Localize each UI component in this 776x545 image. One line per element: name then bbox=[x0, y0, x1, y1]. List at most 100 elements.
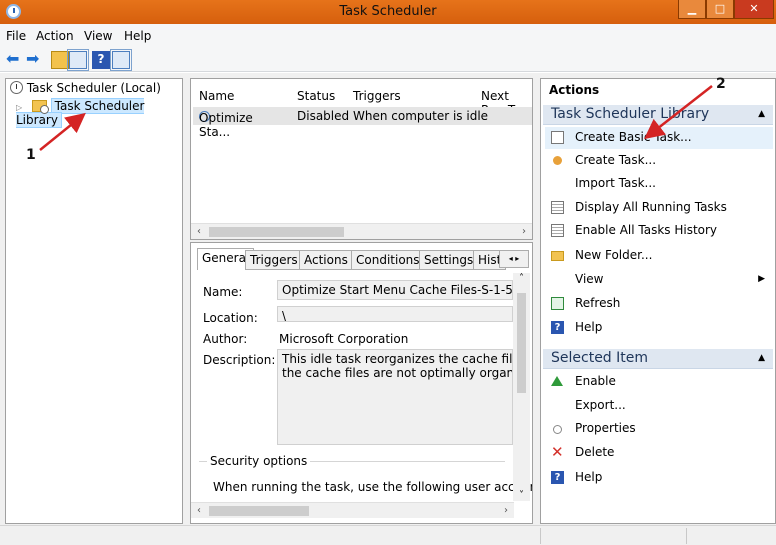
action-enable[interactable]: Enable bbox=[545, 371, 773, 393]
row-triggers: When computer is idle bbox=[353, 109, 489, 123]
action-label: Delete bbox=[575, 445, 615, 459]
library-folder-icon bbox=[31, 100, 49, 114]
scroll-down-icon[interactable]: ˅ bbox=[513, 490, 530, 501]
description-field[interactable]: This idle task reorganizes the cache fil… bbox=[277, 349, 513, 445]
section-task-scheduler-library[interactable]: Task Scheduler Library ▲ bbox=[543, 105, 773, 125]
details-horizontal-scrollbar[interactable]: ‹ › bbox=[191, 502, 514, 518]
help-icon: ? bbox=[551, 471, 564, 484]
up-folder-icon[interactable] bbox=[51, 51, 69, 69]
task-list-horizontal-scrollbar[interactable]: ‹ › bbox=[191, 223, 532, 239]
action-export[interactable]: Export... bbox=[545, 395, 773, 417]
column-status[interactable]: Status bbox=[297, 89, 335, 103]
security-options-legend: Security options bbox=[207, 454, 311, 468]
tree-root-label: Task Scheduler (Local) bbox=[26, 81, 161, 95]
scroll-right-icon[interactable]: › bbox=[498, 503, 514, 519]
name-label: Name: bbox=[203, 285, 243, 299]
action-properties[interactable]: Properties bbox=[545, 418, 773, 440]
action-create-basic-task[interactable]: Create Basic Task... bbox=[545, 127, 773, 149]
tab-triggers[interactable]: Triggers bbox=[245, 250, 303, 270]
action-import-task[interactable]: Import Task... bbox=[545, 173, 773, 195]
row-name: Optimize Sta... bbox=[199, 111, 253, 139]
tab-settings[interactable]: Settings bbox=[419, 250, 479, 270]
row-status: Disabled bbox=[297, 109, 350, 123]
details-vertical-scrollbar[interactable]: ˄ ˅ bbox=[513, 273, 530, 501]
description-label: Description: bbox=[203, 353, 276, 367]
action-label: View bbox=[575, 272, 604, 286]
description-line-1: This idle task reorganizes the cache fil… bbox=[282, 352, 513, 366]
collapse-icon[interactable]: ▲ bbox=[758, 109, 765, 119]
status-divider bbox=[540, 528, 541, 544]
author-label: Author: bbox=[203, 332, 248, 346]
action-label: Create Task... bbox=[575, 153, 657, 167]
history-icon bbox=[551, 224, 564, 237]
action-label: Properties bbox=[575, 421, 636, 435]
column-name[interactable]: Name bbox=[199, 89, 234, 103]
tab-scroll-arrows-icon[interactable]: ◂ ▸ bbox=[499, 250, 529, 268]
action-label: Refresh bbox=[575, 296, 621, 310]
maximize-button[interactable]: □ bbox=[706, 0, 734, 19]
name-field[interactable]: Optimize Start Menu Cache Files-S-1-5-21… bbox=[277, 280, 513, 300]
scroll-thumb[interactable] bbox=[209, 227, 344, 237]
actions-pane: Actions Task Scheduler Library ▲ Create … bbox=[540, 78, 776, 524]
tree-item-task-scheduler-local[interactable]: Task Scheduler (Local) bbox=[10, 81, 161, 99]
show-hide-console-tree-icon[interactable] bbox=[67, 49, 89, 71]
action-label: Enable All Tasks History bbox=[575, 223, 718, 237]
task-list-header: Name Status Triggers Next Run T bbox=[191, 87, 532, 117]
close-button[interactable]: ✕ bbox=[734, 0, 774, 19]
action-label: Display All Running Tasks bbox=[575, 200, 727, 214]
annotation-number-2: 2 bbox=[716, 76, 726, 92]
tree-item-task-scheduler-library[interactable]: ▷ Task Scheduler Library bbox=[16, 98, 182, 128]
security-options-text: When running the task, use the following… bbox=[213, 480, 533, 494]
tab-actions[interactable]: Actions bbox=[299, 250, 353, 270]
scroll-right-icon[interactable]: › bbox=[516, 224, 532, 239]
section-selected-item[interactable]: Selected Item ▲ bbox=[543, 349, 773, 369]
action-view[interactable]: View ▶ bbox=[545, 269, 773, 291]
scroll-thumb[interactable] bbox=[209, 506, 309, 516]
action-enable-tasks-history[interactable]: Enable All Tasks History bbox=[545, 220, 773, 242]
minimize-button[interactable]: ▁ bbox=[678, 0, 706, 19]
action-help-selected[interactable]: ? Help bbox=[545, 467, 773, 489]
action-help-library[interactable]: ? Help bbox=[545, 317, 773, 339]
action-refresh[interactable]: Refresh bbox=[545, 293, 773, 315]
enable-arrow-icon bbox=[551, 376, 563, 386]
expand-icon[interactable]: ▷ bbox=[16, 103, 26, 112]
action-display-running-tasks[interactable]: Display All Running Tasks bbox=[545, 197, 773, 219]
back-arrow-icon[interactable]: ⬅ bbox=[6, 51, 24, 69]
author-value: Microsoft Corporation bbox=[279, 332, 409, 346]
action-delete[interactable]: ✕ Delete bbox=[545, 442, 773, 464]
menu-help[interactable]: Help bbox=[124, 29, 151, 43]
scroll-left-icon[interactable]: ‹ bbox=[191, 224, 207, 239]
location-field[interactable]: \ bbox=[277, 306, 513, 322]
task-details-pane: General Triggers Actions Conditions Sett… bbox=[190, 242, 533, 524]
window-title: Task Scheduler bbox=[339, 4, 437, 19]
action-label: Help bbox=[575, 320, 603, 334]
action-create-task[interactable]: Create Task... bbox=[545, 150, 773, 172]
action-label: Enable bbox=[575, 374, 616, 388]
scroll-up-icon[interactable]: ˄ bbox=[513, 273, 530, 284]
location-label: Location: bbox=[203, 311, 258, 325]
description-line-2: the cache files are not optimally organi… bbox=[282, 366, 513, 380]
tab-conditions[interactable]: Conditions bbox=[351, 250, 425, 270]
help-icon: ? bbox=[551, 321, 564, 334]
column-triggers[interactable]: Triggers bbox=[353, 89, 401, 103]
menu-view[interactable]: View bbox=[84, 29, 112, 43]
create-task-icon bbox=[553, 156, 562, 165]
running-tasks-icon bbox=[551, 201, 564, 214]
help-icon[interactable]: ? bbox=[92, 51, 110, 69]
section-selected-label: Selected Item bbox=[551, 350, 649, 366]
scroll-thumb[interactable] bbox=[517, 293, 526, 393]
status-bar bbox=[0, 525, 776, 545]
action-new-folder[interactable]: New Folder... bbox=[545, 245, 773, 267]
properties-icon bbox=[553, 425, 562, 434]
scroll-left-icon[interactable]: ‹ bbox=[191, 503, 207, 519]
menu-file[interactable]: File bbox=[6, 29, 26, 43]
show-hide-action-pane-icon[interactable] bbox=[110, 49, 132, 71]
table-row[interactable]: Optimize Sta... Disabled When computer i… bbox=[193, 107, 532, 139]
menu-bar: File Action View Help bbox=[0, 24, 776, 48]
collapse-icon[interactable]: ▲ bbox=[758, 353, 765, 363]
delete-x-icon: ✕ bbox=[551, 443, 564, 461]
menu-action[interactable]: Action bbox=[36, 29, 74, 43]
refresh-icon bbox=[551, 297, 564, 310]
create-basic-task-icon bbox=[551, 131, 564, 144]
forward-arrow-icon[interactable]: ➡ bbox=[26, 51, 44, 69]
